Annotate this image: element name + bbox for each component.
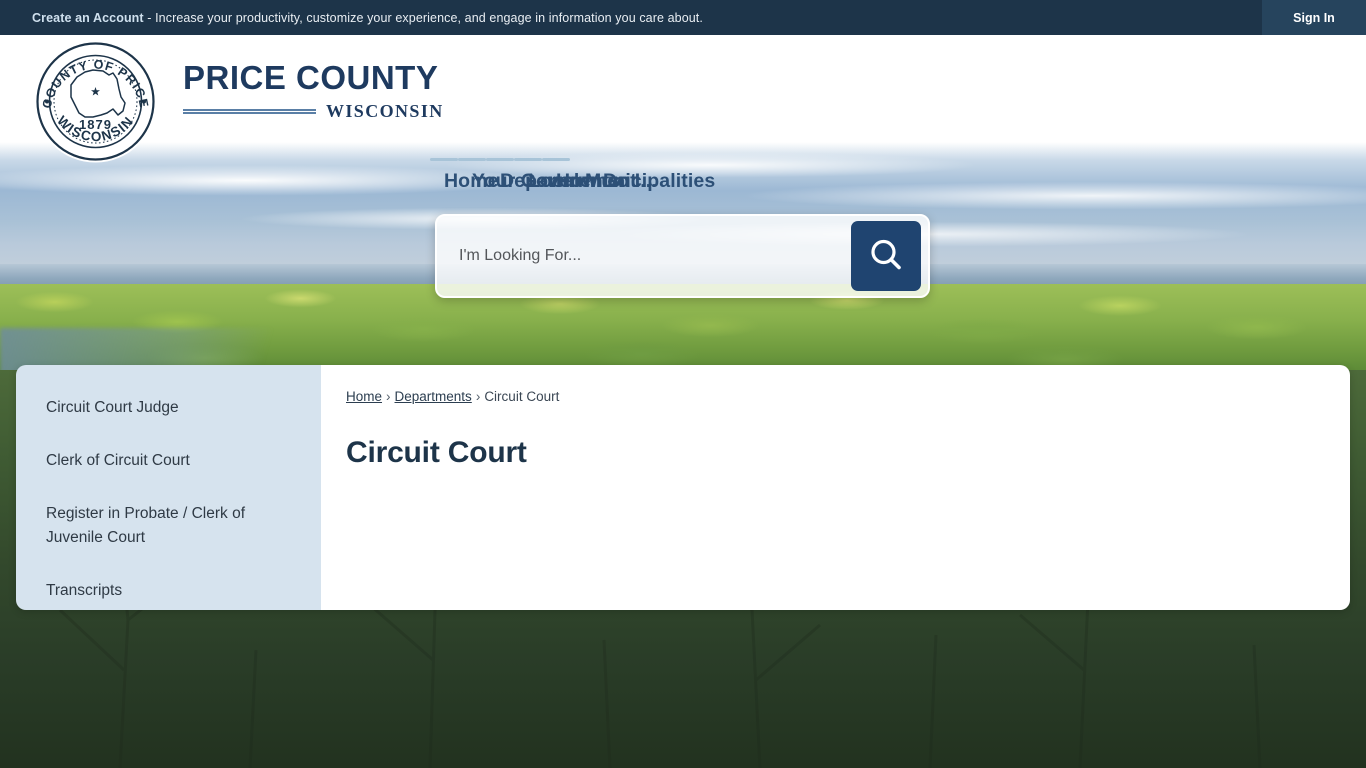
nav-underline-your-government — [458, 158, 486, 161]
create-account-message[interactable]: Create an Account - Increase your produc… — [32, 11, 703, 25]
site-header: COUNTY OF PRICE WISCONSIN 1879 PRICE COU… — [0, 35, 1366, 192]
nav-underline-home — [430, 158, 458, 161]
page-title: Circuit Court — [346, 435, 527, 469]
nav-item-home[interactable]: Home — [430, 35, 498, 192]
breadcrumb-item-departments[interactable]: Departments — [395, 389, 472, 404]
search-icon — [867, 236, 905, 277]
breadcrumb-item-current: Circuit Court — [484, 389, 560, 404]
nav-label-how-do-i: How Do I... — [556, 170, 657, 192]
breadcrumb-item-home[interactable]: Home — [346, 389, 382, 404]
page-content-card: Circuit Court Judge Clerk of Circuit Cou… — [16, 365, 1350, 610]
nav-item-how-do-i[interactable]: How Do I... — [542, 35, 657, 192]
top-utility-bar: Create an Account - Increase your produc… — [0, 0, 1366, 35]
wordmark-secondary: WISCONSIN — [326, 101, 444, 121]
sidebar-item-register-in-probate[interactable]: Register in Probate / Clerk of Juvenile … — [16, 495, 321, 557]
nav-underline-local-municipalities — [514, 158, 542, 161]
main-content-column: Home › Departments › Circuit Court Circuit C… — [321, 365, 1350, 610]
create-account-description: - Increase your productivity, customize … — [143, 10, 703, 25]
nav-item-your-government[interactable]: Your Government — [458, 35, 637, 192]
main-navigation: Home Your Government Departments Local M… — [430, 35, 715, 192]
breadcrumb-separator-2: › — [475, 389, 481, 404]
breadcrumb: Home › Departments › Circuit Court — [346, 388, 1320, 406]
county-seal-logo[interactable]: COUNTY OF PRICE WISCONSIN 1879 — [33, 39, 158, 164]
nav-underline-departments — [486, 158, 514, 161]
create-account-link[interactable]: Create an Account — [32, 11, 144, 25]
svg-text:1879: 1879 — [79, 117, 112, 132]
sidebar-item-clerk-of-circuit-court[interactable]: Clerk of Circuit Court — [16, 442, 321, 480]
sidebar-item-transcripts[interactable]: Transcripts — [16, 572, 321, 610]
section-sidebar-navigation: Circuit Court Judge Clerk of Circuit Cou… — [16, 365, 321, 610]
wordmark-rule — [183, 109, 316, 114]
wordmark-primary: PRICE COUNTY — [183, 59, 439, 96]
search-submit-button[interactable] — [851, 221, 921, 291]
nav-underline-how-do-i — [542, 158, 570, 161]
breadcrumb-separator-1: › — [386, 389, 391, 404]
site-search-container — [435, 214, 930, 298]
hero-lake-inlet — [0, 328, 330, 370]
sidebar-item-circuit-court-judge[interactable]: Circuit Court Judge — [16, 389, 321, 427]
nav-item-departments[interactable]: Departments — [486, 35, 620, 192]
search-input[interactable] — [437, 216, 851, 296]
nav-item-local-municipalities[interactable]: Local Municipalities — [514, 35, 715, 192]
sign-in-button[interactable]: Sign In — [1262, 0, 1366, 35]
site-wordmark[interactable]: PRICE COUNTY WISCONSIN — [183, 61, 444, 122]
